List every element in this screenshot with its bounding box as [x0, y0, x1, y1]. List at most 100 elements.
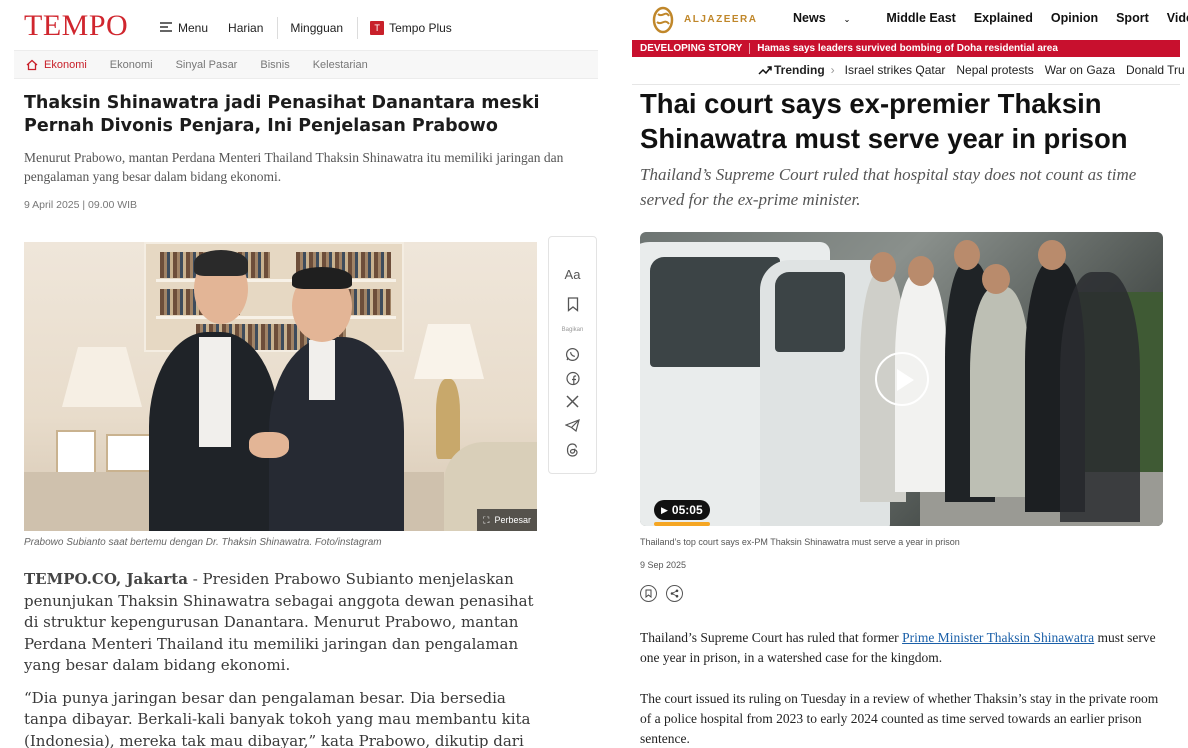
- handshake: [249, 432, 289, 458]
- tempo-header: TEMPO Menu Harian Mingguan T Tempo Plus: [0, 0, 612, 50]
- nav-divider: [357, 17, 359, 39]
- telegram-icon: [564, 419, 580, 433]
- menu-button[interactable]: Menu: [160, 21, 228, 35]
- bookmark-icon: [645, 589, 652, 598]
- video-caption: Thailand’s top court says ex-PM Thaksin …: [640, 537, 960, 547]
- nav-news[interactable]: News ⌄: [793, 11, 868, 25]
- article-photo[interactable]: ⛶ Perbesar: [24, 242, 537, 531]
- article-date: 9 Sep 2025: [640, 560, 687, 570]
- lamp-left: [62, 347, 142, 407]
- aljazeera-page: ALJAZEERA News ⌄ Middle East Explained Op…: [632, 0, 1188, 748]
- nav-news-label: News: [793, 11, 826, 25]
- video-player[interactable]: ▶ 05:05: [640, 232, 1163, 526]
- nav-sport[interactable]: Sport: [1116, 11, 1149, 25]
- duration-text: 05:05: [671, 503, 703, 517]
- subnav-item-bisnis[interactable]: Bisnis: [260, 59, 289, 71]
- trending-icon: [758, 65, 772, 75]
- article-body: TEMPO.CO, Jakarta - Presiden Prabowo Sub…: [24, 569, 539, 748]
- subnav-ekonomi-home[interactable]: Ekonomi: [26, 59, 87, 71]
- tempo-plus-icon: T: [370, 21, 385, 35]
- article-title: Thaksin Shinawatra jadi Penasihat Danant…: [24, 93, 540, 136]
- progress-bar: [654, 522, 710, 526]
- whatsapp-share-button[interactable]: [549, 347, 596, 367]
- enlarge-button[interactable]: ⛶ Perbesar: [477, 509, 537, 531]
- x-share-button[interactable]: [549, 395, 596, 413]
- threads-icon: [566, 443, 578, 457]
- article-subtitle: Thailand’s Supreme Court ruled that hosp…: [640, 165, 1137, 209]
- threads-share-button[interactable]: [549, 443, 596, 462]
- lamp-right: [414, 324, 484, 379]
- x-icon: [566, 395, 579, 408]
- chevron-down-icon: ⌄: [843, 15, 851, 24]
- bookshelf: [144, 242, 404, 352]
- nav-middle-east[interactable]: Middle East: [886, 11, 955, 25]
- play-small-icon: ▶: [661, 504, 668, 515]
- person: [1060, 272, 1140, 522]
- enlarge-label: Perbesar: [494, 515, 531, 525]
- nav-harian[interactable]: Harian: [228, 21, 277, 35]
- share-button[interactable]: [666, 585, 683, 602]
- video-duration: ▶ 05:05: [654, 500, 710, 520]
- trending-item[interactable]: Donald Tru: [1126, 63, 1185, 77]
- developing-story-headline: Hamas says leaders survived bombing of D…: [757, 43, 1058, 54]
- aljazeera-logo[interactable]: ALJAZEERA: [648, 4, 758, 34]
- aljazeera-nav: News ⌄ Middle East Explained Opinion Spor…: [793, 11, 1188, 25]
- whatsapp-icon: [565, 347, 580, 362]
- body-text: Thailand’s Supreme Court has ruled that …: [640, 630, 903, 645]
- share-icon: [670, 589, 679, 598]
- photo-frame: [56, 430, 96, 476]
- body-paragraph: Thailand’s Supreme Court has ruled that …: [640, 628, 1170, 668]
- trending-item[interactable]: Israel strikes Qatar: [845, 63, 946, 77]
- play-button[interactable]: [875, 352, 929, 406]
- lamp-base: [436, 379, 460, 459]
- aljazeera-header: ALJAZEERA News ⌄ Middle East Explained Op…: [632, 0, 1188, 40]
- photo-caption: Prabowo Subianto saat bertemu dengan Dr.…: [24, 537, 382, 548]
- menu-label: Menu: [178, 21, 209, 35]
- bookmark-icon: [567, 297, 578, 312]
- subnav-item-kelestarian[interactable]: Kelestarian: [313, 59, 368, 71]
- share-bar: Aa Bagikan: [548, 236, 597, 474]
- facebook-share-button[interactable]: [549, 371, 596, 391]
- trending-bar: Trending › Israel strikes Qatar Nepal pr…: [758, 63, 1188, 77]
- tempo-nav: Menu Harian Mingguan T Tempo Plus: [160, 17, 466, 39]
- telegram-share-button[interactable]: [549, 419, 596, 437]
- nav-opinion[interactable]: Opinion: [1051, 11, 1098, 25]
- nav-tempo-plus[interactable]: T Tempo Plus: [370, 21, 466, 35]
- nav-explained[interactable]: Explained: [974, 11, 1033, 25]
- bookmark-button[interactable]: [549, 297, 596, 317]
- tempo-plus-label: Tempo Plus: [389, 21, 452, 35]
- aljazeera-logo-icon: [652, 6, 674, 34]
- facebook-icon: [565, 371, 580, 386]
- bookmark-button[interactable]: [640, 585, 657, 602]
- home-icon: [26, 59, 38, 70]
- tempo-logo[interactable]: TEMPO: [24, 9, 128, 43]
- article-body: Thailand’s Supreme Court has ruled that …: [640, 628, 1170, 748]
- developing-story-label: DEVELOPING STORY: [640, 43, 743, 54]
- body-paragraph-2: “Dia punya jaringan besar dan pengalaman…: [24, 688, 531, 748]
- chevron-right-icon: ›: [830, 63, 835, 77]
- divider: [632, 84, 1180, 85]
- person: [970, 287, 1030, 497]
- body-paragraph: TEMPO.CO, Jakarta - Presiden Prabowo Sub…: [24, 569, 539, 677]
- person-right: [269, 337, 404, 531]
- nav-mingguan[interactable]: Mingguan: [290, 21, 357, 35]
- article-title: Thai court says ex-premier Thaksin Shina…: [640, 88, 1128, 154]
- nav-divider: [277, 17, 279, 39]
- developing-story-banner[interactable]: DEVELOPING STORY Hamas says leaders surv…: [632, 40, 1180, 57]
- nav-video[interactable]: Video: [1167, 11, 1188, 25]
- trending-label-text: Trending: [774, 63, 825, 77]
- subnav-item-sinyal-pasar[interactable]: Sinyal Pasar: [176, 59, 238, 71]
- thaksin-link[interactable]: Prime Minister Thaksin Shinawatra: [902, 630, 1094, 645]
- font-size-button[interactable]: Aa: [549, 267, 596, 282]
- body-paragraph-2: The court issued its ruling on Tuesday i…: [640, 691, 1159, 746]
- trending-item[interactable]: Nepal protests: [956, 63, 1033, 77]
- tempo-subnav: Ekonomi Ekonomi Sinyal Pasar Bisnis Kele…: [14, 50, 598, 79]
- menu-icon: [160, 21, 172, 35]
- tempo-page: TEMPO Menu Harian Mingguan T Tempo Plus …: [0, 0, 612, 748]
- play-icon: [897, 369, 914, 391]
- subnav-item-ekonomi[interactable]: Ekonomi: [110, 59, 153, 71]
- trending-item[interactable]: War on Gaza: [1045, 63, 1115, 77]
- font-size-icon: Aa: [564, 267, 581, 282]
- subnav-active-label: Ekonomi: [44, 58, 87, 71]
- expand-icon: ⛶: [483, 514, 490, 525]
